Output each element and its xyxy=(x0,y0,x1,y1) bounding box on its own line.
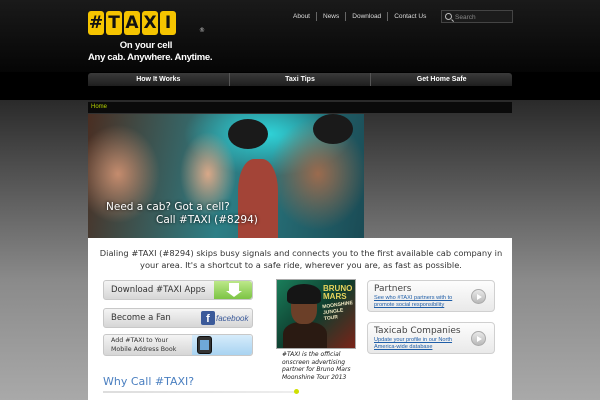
add-to-address-book-button[interactable]: Add #TAXI to Your Mobile Address Book xyxy=(103,334,253,356)
hero-figure xyxy=(238,159,278,238)
become-fan-label: Become a Fan xyxy=(111,313,171,323)
logo-tile: X xyxy=(142,11,158,35)
phone-icon xyxy=(197,336,212,354)
intro-text: Dialing #TAXI (#8294) skips busy signals… xyxy=(99,248,503,270)
top-link-about[interactable]: About xyxy=(287,12,316,21)
logo-tile: # xyxy=(88,11,104,35)
facebook-wordmark: facebook xyxy=(216,314,249,323)
download-apps-label: Download #TAXI Apps xyxy=(111,285,206,295)
become-fan-button[interactable]: Become a Fan f facebook xyxy=(103,308,253,328)
taxicab-companies-link[interactable]: Update your profile in our North America… xyxy=(374,337,474,351)
tagline-line1: On your cell xyxy=(119,40,173,51)
top-link-news[interactable]: News xyxy=(316,12,345,21)
top-links: About News Download Contact Us xyxy=(287,12,432,21)
search-icon[interactable] xyxy=(445,13,452,20)
breadcrumb-home[interactable]: Home xyxy=(91,104,107,110)
top-link-download[interactable]: Download xyxy=(345,12,387,21)
taxicab-companies-title: Taxicab Companies xyxy=(374,326,461,336)
facebook-icon: f xyxy=(201,311,215,325)
taxicab-companies-box: Taxicab Companies Update your profile in… xyxy=(367,322,495,354)
album-title: BRUNO MARS xyxy=(323,284,353,301)
hero-figure xyxy=(228,119,268,149)
logo-tile: A xyxy=(124,11,140,35)
registered-mark: ® xyxy=(199,27,205,34)
heading-accent-dot xyxy=(294,389,299,394)
search-input[interactable] xyxy=(455,12,511,22)
play-icon[interactable] xyxy=(471,331,486,346)
taxi-logo[interactable]: # T A X I xyxy=(88,11,176,35)
hero-headline-2: Call #TAXI (#8294) xyxy=(156,214,258,226)
hero-headline-1: Need a cab? Got a cell? xyxy=(106,201,230,213)
search-box xyxy=(441,10,513,23)
album-caption: #TAXI is the official onscreen advertisi… xyxy=(282,351,351,381)
download-arrow-icon xyxy=(226,283,242,297)
hero-figure xyxy=(313,114,353,144)
top-link-contact[interactable]: Contact Us xyxy=(387,12,432,21)
album-subtitle: MOONSHINE JUNGLE TOUR xyxy=(321,300,354,323)
play-icon[interactable] xyxy=(471,289,486,304)
partners-box: Partners See who #TAXI partners with to … xyxy=(367,280,495,312)
logo-tile: T xyxy=(106,11,122,35)
nav-how-it-works[interactable]: How It Works xyxy=(88,73,229,86)
address-book-label: Add #TAXI to Your Mobile Address Book xyxy=(111,337,176,354)
tagline-line2: Any cab. Anywhere. Anytime. xyxy=(88,52,213,63)
why-call-heading: Why Call #TAXI? xyxy=(103,375,195,388)
logo-tile: I xyxy=(160,11,176,35)
bruno-mars-album-image[interactable]: BRUNO MARS MOONSHINE JUNGLE TOUR xyxy=(276,279,356,349)
download-apps-button[interactable]: Download #TAXI Apps xyxy=(103,280,253,300)
album-figure xyxy=(287,284,321,304)
partners-title: Partners xyxy=(374,284,412,294)
nav-get-home-safe[interactable]: Get Home Safe xyxy=(370,73,512,86)
partners-link[interactable]: See who #TAXI partners with to promote s… xyxy=(374,295,474,309)
address-line1: Add #TAXI to Your xyxy=(111,337,169,344)
main-nav: How It Works Taxi Tips Get Home Safe xyxy=(88,73,512,86)
album-figure xyxy=(283,322,327,348)
nav-taxi-tips[interactable]: Taxi Tips xyxy=(228,73,371,86)
address-line2: Mobile Address Book xyxy=(111,345,177,353)
breadcrumb: Home xyxy=(88,101,512,113)
heading-divider xyxy=(103,391,299,393)
